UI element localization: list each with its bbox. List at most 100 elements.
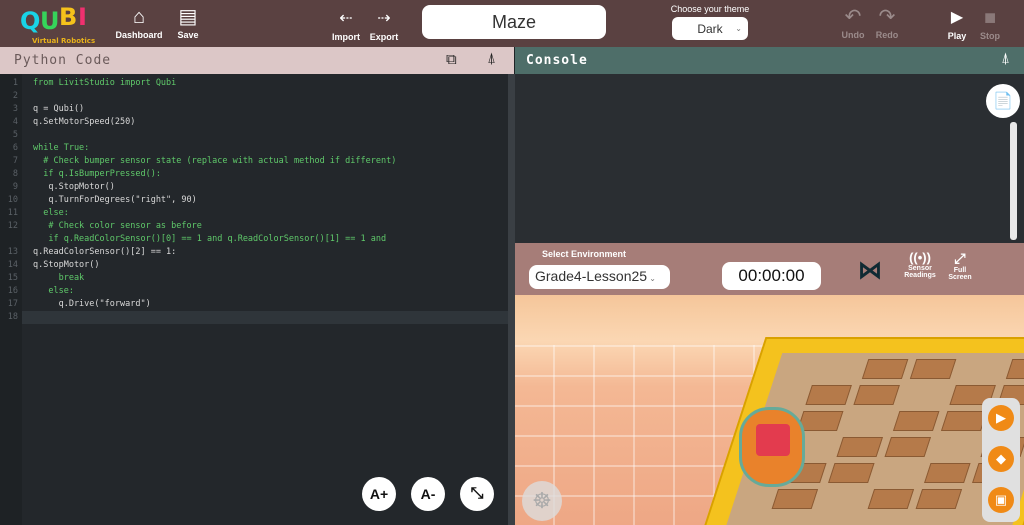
- broom-clear-icon[interactable]: ⍋: [487, 50, 496, 67]
- code-line: q.TurnForDegrees("right", 90): [33, 195, 197, 205]
- theme-value: Dark: [697, 21, 723, 36]
- crate: [836, 437, 883, 457]
- theme-select[interactable]: Dark ⌄: [672, 17, 748, 40]
- line-number: 13: [7, 247, 18, 257]
- line-number: 17: [7, 299, 18, 309]
- dashboard-label: Dashboard: [115, 30, 163, 40]
- console-scrollbar[interactable]: [1010, 122, 1017, 240]
- code-line: q.ReadColorSensor()[2] == 1:: [33, 247, 177, 257]
- code-line: if q.ReadColorSensor()[0] == 1 and q.Rea…: [33, 234, 387, 244]
- line-number: 4: [12, 117, 18, 127]
- dashboard-button[interactable]: ⌂ Dashboard: [114, 6, 164, 40]
- line-number: 9: [12, 182, 18, 192]
- sensor-icon: ((•)): [909, 250, 931, 265]
- stop-button[interactable]: ■ Stop: [976, 7, 1004, 41]
- code-line: q.StopMotor(): [33, 182, 115, 192]
- panel-splitter[interactable]: [508, 74, 515, 525]
- save-label: Save: [177, 30, 199, 40]
- code-line: # Check color sensor as before: [33, 221, 202, 231]
- line-number: 3: [12, 104, 18, 114]
- crate: [892, 411, 940, 431]
- camera-controls: ▶ ◆ ▣: [982, 398, 1020, 522]
- crate: [861, 359, 909, 379]
- line-number: 8: [12, 169, 18, 179]
- code-line: break: [33, 273, 85, 283]
- line-number: 6: [12, 143, 18, 153]
- export-button[interactable]: ⇢ Export: [367, 8, 401, 42]
- environment-bar: Select Environment Grade4-Lesson25 ⌄ 00:…: [515, 243, 1024, 295]
- file-import-icon: ⇠: [339, 10, 353, 27]
- environment-value: Grade4-Lesson25: [535, 268, 648, 284]
- line-number: 15: [7, 273, 18, 283]
- current-line-highlight: [22, 311, 508, 324]
- top-toolbar: Q U B I Virtual Robotics ⌂ Dashboard ▤ Sav…: [0, 0, 1024, 47]
- code-line: q = Qubi(): [33, 104, 85, 114]
- document-icon[interactable]: 📄: [986, 84, 1020, 118]
- camera-icon[interactable]: ▶: [988, 405, 1014, 431]
- scene-title: Maze: [422, 5, 606, 39]
- line-number: 14: [7, 260, 18, 270]
- sensor-readings-button[interactable]: ((•)) Sensor Readings: [899, 250, 941, 279]
- play-label: Play: [947, 31, 967, 41]
- redo-icon: ↷: [878, 6, 896, 28]
- code-editor[interactable]: 1 from LivitStudio import Qubi 2 3 q = Qubi(…: [0, 74, 508, 525]
- code-line: q.Drive("forward"): [33, 299, 151, 309]
- crate: [924, 463, 971, 483]
- line-number: 11: [7, 208, 18, 218]
- environment-select[interactable]: Grade4-Lesson25 ⌄: [529, 265, 670, 289]
- full-screen-label: Full Screen: [948, 267, 972, 281]
- export-label: Export: [369, 32, 399, 42]
- line-number: 5: [12, 130, 18, 140]
- full-screen-button[interactable]: ⤢ Full Screen: [943, 250, 977, 281]
- svg-text:I: I: [78, 3, 87, 31]
- broom-clear-console-icon[interactable]: ⍋: [1001, 50, 1010, 67]
- robot-cube: [756, 424, 790, 456]
- code-panel-header: Python Code ⧉ ⍋: [0, 47, 514, 74]
- code-line: q.StopMotor(): [33, 260, 100, 270]
- rotate-view-icon[interactable]: ◆: [988, 446, 1014, 472]
- line-number: 12: [7, 221, 18, 231]
- crate: [805, 385, 852, 405]
- 3d-simulation-view[interactable]: [515, 295, 1024, 525]
- robot-view-icon[interactable]: ▣: [988, 487, 1014, 513]
- code-line: from LivitStudio import Qubi: [33, 78, 177, 88]
- copy-icon[interactable]: ⧉: [446, 51, 457, 68]
- play-icon: ▶: [950, 9, 964, 26]
- svg-text:Virtual Robotics: Virtual Robotics: [32, 37, 95, 45]
- import-button[interactable]: ⇠ Import: [330, 8, 362, 42]
- crate: [828, 463, 875, 483]
- undo-button[interactable]: ↶ Undo: [838, 6, 868, 40]
- crate: [1005, 359, 1024, 379]
- fullscreen-icon: ⤢: [954, 250, 966, 266]
- font-increase-button[interactable]: A+: [362, 477, 396, 511]
- import-label: Import: [332, 32, 360, 42]
- code-line: while True:: [33, 143, 90, 153]
- crate: [796, 411, 844, 431]
- save-button[interactable]: ▤ Save: [173, 6, 203, 40]
- crate: [853, 385, 900, 405]
- code-line: # Check bumper sensor state (replace wit…: [33, 156, 397, 166]
- bowtie-logo-icon[interactable]: ⋈: [858, 256, 882, 285]
- svg-text:B: B: [59, 3, 77, 31]
- redo-button[interactable]: ↷ Redo: [872, 6, 902, 40]
- play-button[interactable]: ▶ Play: [943, 7, 971, 41]
- sensor-readings-label: Sensor Readings: [904, 265, 936, 279]
- code-line: else:: [33, 208, 69, 218]
- console-title: Console: [526, 53, 588, 68]
- environment-label: Select Environment: [542, 249, 627, 259]
- qubi-logo: Q U B I Virtual Robotics: [20, 3, 95, 45]
- code-line: q.SetMotorSpeed(250): [33, 117, 136, 127]
- crate: [940, 411, 988, 431]
- font-decrease-button[interactable]: A-: [411, 477, 445, 511]
- chevron-down-icon: ⌄: [735, 24, 742, 33]
- crate: [909, 359, 957, 379]
- line-number: 16: [7, 286, 18, 296]
- theme-label: Choose your theme: [670, 4, 750, 14]
- line-number: 1: [12, 78, 18, 88]
- svg-text:Q: Q: [20, 7, 40, 35]
- collapse-icon[interactable]: ⤡: [460, 477, 494, 511]
- undo-icon: ↶: [844, 6, 862, 28]
- steering-wheel-icon[interactable]: ☸: [522, 481, 562, 521]
- code-line: else:: [33, 286, 74, 296]
- console-header: Console ⍋: [515, 47, 1024, 74]
